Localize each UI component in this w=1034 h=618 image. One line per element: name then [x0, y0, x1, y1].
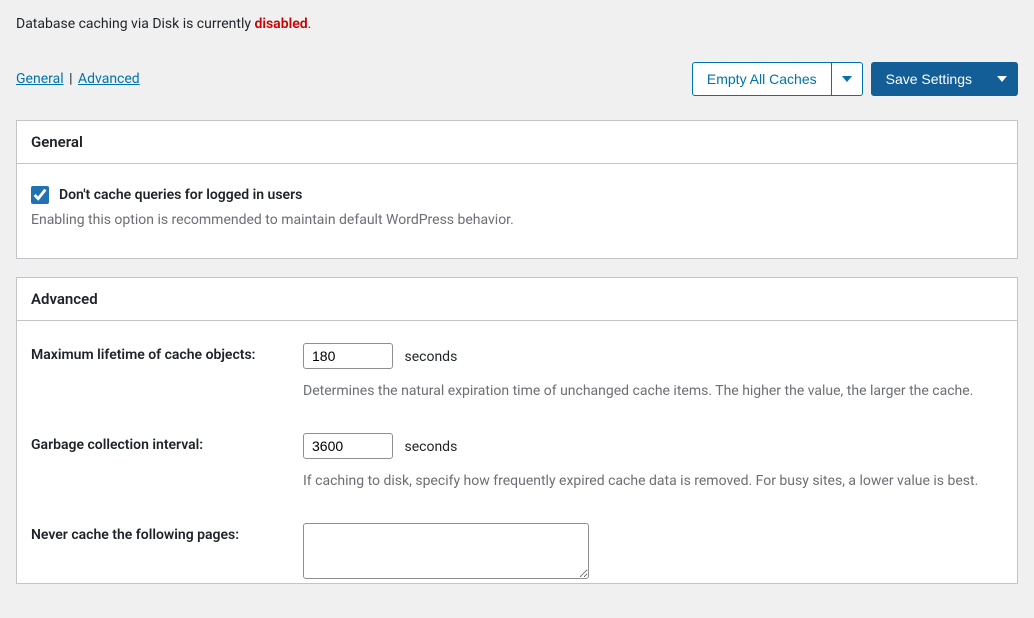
gc-interval-cell: seconds If caching to disk, specify how …: [303, 433, 1003, 523]
breadcrumb: General | Advanced: [16, 71, 140, 87]
save-settings-dropdown[interactable]: [987, 62, 1018, 96]
breadcrumb-separator: |: [69, 71, 72, 87]
advanced-form-table: Maximum lifetime of cache objects: secon…: [31, 343, 1003, 583]
max-lifetime-cell: seconds Determines the natural expiratio…: [303, 343, 1003, 433]
never-cache-row: Never cache the following pages:: [31, 523, 1003, 583]
breadcrumb-advanced-link[interactable]: Advanced: [78, 71, 140, 87]
caret-down-icon: [997, 76, 1007, 82]
advanced-panel: Advanced Maximum lifetime of cache objec…: [16, 277, 1018, 584]
top-bar: General | Advanced Empty All Caches Save…: [16, 62, 1018, 96]
never-cache-cell: [303, 523, 1003, 583]
max-lifetime-input[interactable]: [303, 343, 393, 369]
gc-interval-input[interactable]: [303, 433, 393, 459]
empty-caches-dropdown[interactable]: [832, 62, 863, 96]
gc-interval-row: Garbage collection interval: seconds If …: [31, 433, 1003, 523]
save-settings-button[interactable]: Save Settings: [871, 62, 987, 96]
dont-cache-checkbox[interactable]: [31, 186, 49, 204]
status-suffix: .: [308, 16, 312, 32]
save-settings-group: Save Settings: [871, 62, 1018, 96]
status-line: Database caching via Disk is currently d…: [16, 16, 1018, 32]
advanced-panel-title: Advanced: [17, 278, 1017, 321]
general-panel-title: General: [17, 121, 1017, 164]
general-panel-body: Don't cache queries for logged in users …: [17, 164, 1017, 258]
max-lifetime-row: Maximum lifetime of cache objects: secon…: [31, 343, 1003, 433]
never-cache-textarea[interactable]: [303, 523, 589, 579]
empty-caches-group: Empty All Caches: [692, 62, 863, 96]
caret-down-icon: [842, 76, 852, 82]
dont-cache-label[interactable]: Don't cache queries for logged in users: [59, 187, 302, 203]
never-cache-label: Never cache the following pages:: [31, 523, 303, 583]
status-prefix: Database caching via Disk is currently: [16, 16, 254, 32]
dont-cache-help: Enabling this option is recommended to m…: [31, 212, 1003, 228]
action-buttons: Empty All Caches Save Settings: [692, 62, 1018, 96]
max-lifetime-unit: seconds: [404, 349, 457, 365]
breadcrumb-general-link[interactable]: General: [16, 71, 64, 87]
advanced-panel-body: Maximum lifetime of cache objects: secon…: [17, 321, 1017, 583]
max-lifetime-label: Maximum lifetime of cache objects:: [31, 343, 303, 433]
general-panel: General Don't cache queries for logged i…: [16, 120, 1018, 259]
gc-interval-label: Garbage collection interval:: [31, 433, 303, 523]
status-state: disabled: [254, 16, 307, 32]
empty-caches-button[interactable]: Empty All Caches: [692, 62, 832, 96]
gc-interval-unit: seconds: [404, 439, 457, 455]
dont-cache-row: Don't cache queries for logged in users: [31, 186, 1003, 204]
max-lifetime-desc: Determines the natural expiration time o…: [303, 383, 1003, 399]
gc-interval-desc: If caching to disk, specify how frequent…: [303, 473, 1003, 489]
